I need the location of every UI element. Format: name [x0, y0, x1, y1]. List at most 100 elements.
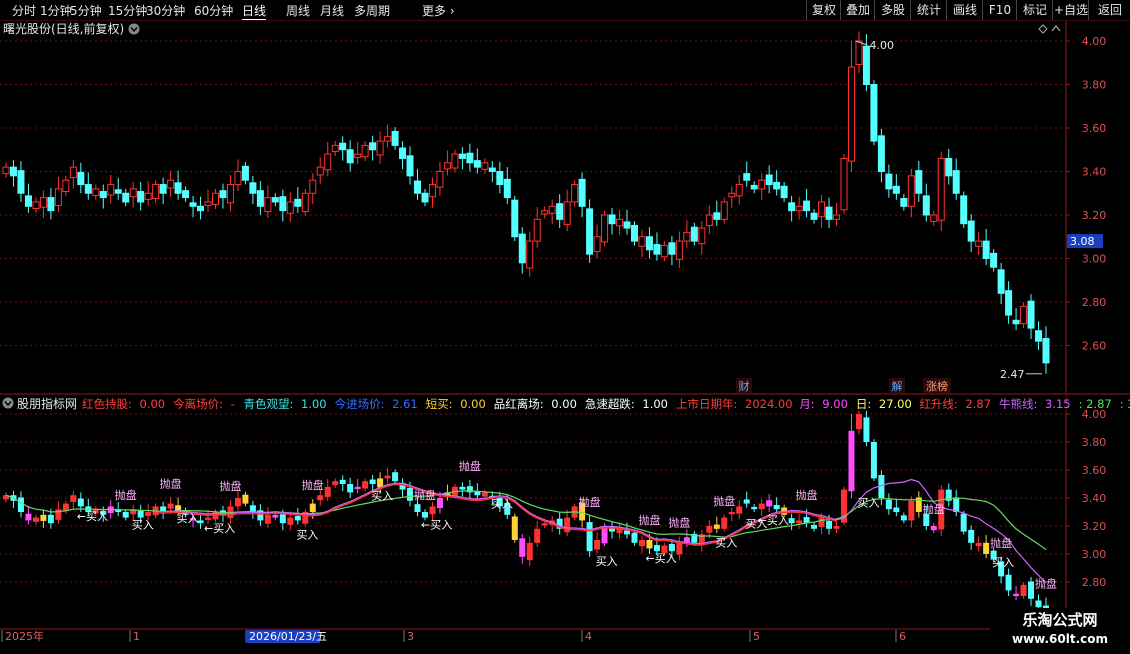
toolbar-button-4[interactable]: 画线: [946, 0, 983, 20]
candle-body: [17, 170, 25, 194]
indicator-body: [264, 514, 271, 524]
indicator-body: [960, 513, 967, 532]
chevron-down-icon[interactable]: [128, 23, 140, 35]
candle-body: [286, 201, 294, 214]
sell-signal-label: 抛盘: [713, 494, 735, 508]
candle-body: [376, 140, 384, 156]
indicator-body: [594, 540, 601, 550]
candle-body: [324, 153, 332, 171]
event-tag-1[interactable]: 解: [889, 378, 905, 393]
event-tag-2[interactable]: 涨榜: [923, 378, 951, 393]
indicator-body: [811, 524, 818, 529]
indicator-body: [242, 494, 249, 504]
candle-body: [578, 178, 586, 207]
candle-body: [705, 214, 713, 226]
indicator-body: [766, 500, 773, 507]
indicator-body: [47, 514, 54, 524]
y-tick-label: 3.80: [1082, 79, 1107, 92]
candle: [937, 151, 945, 232]
toolbar-button-6[interactable]: 标记: [1016, 0, 1053, 20]
event-tag-label: 解: [892, 379, 903, 393]
candle-body: [698, 227, 706, 245]
indicator-body: [511, 516, 518, 540]
candle-body: [982, 240, 990, 260]
indicator-body: [309, 503, 316, 512]
indicator-body: [863, 417, 870, 442]
candle-body: [660, 244, 668, 258]
indicator-field-value: -: [231, 397, 235, 411]
candle-body: [77, 171, 85, 186]
toolbar-button-3[interactable]: 统计: [910, 0, 947, 20]
candle-body: [361, 144, 369, 158]
indicator-field-label: 牛熊线:: [999, 397, 1037, 411]
candle-body: [466, 152, 474, 164]
indicator-body: [713, 524, 720, 529]
candle-body: [428, 184, 436, 198]
indicator-body: [653, 545, 660, 552]
candle: [1020, 302, 1028, 329]
timeframe-8[interactable]: 月线: [320, 2, 344, 19]
candle-body: [571, 184, 579, 203]
sell-signal-label: 抛盘: [160, 476, 182, 490]
indicator-field-value: 1.00: [301, 397, 327, 411]
timeframe-3[interactable]: 15分钟: [108, 2, 147, 19]
timeframe-1[interactable]: 1分钟: [40, 2, 72, 19]
timeframe-6[interactable]: 日线: [242, 2, 267, 20]
candle-body: [937, 157, 945, 221]
y-tick-label: 3.00: [1082, 253, 1107, 266]
indicator-body: [721, 517, 728, 529]
candle-body: [32, 201, 40, 209]
toolbar-button-8[interactable]: 返回: [1088, 0, 1130, 20]
indicator-body: [339, 479, 346, 484]
indicator-body: [481, 492, 488, 497]
indicator-body: [668, 543, 675, 552]
candle-body: [256, 190, 264, 207]
timeframe-9[interactable]: 多周期: [354, 2, 390, 19]
indicator-body: [624, 530, 631, 535]
toolbar-button-2[interactable]: 多股: [874, 0, 911, 20]
toolbar-button-0[interactable]: 复权: [806, 0, 841, 20]
buy-signal-label: 买入: [715, 536, 737, 549]
candle-body: [301, 192, 309, 213]
candle: [960, 191, 968, 229]
candle-body: [533, 218, 541, 242]
indicator-field-label: :: [1079, 397, 1083, 411]
timeframe-0[interactable]: 分时: [12, 2, 36, 19]
toolbar-button-1[interactable]: 叠加: [840, 0, 875, 20]
timeframe-5[interactable]: 60分钟: [194, 2, 233, 19]
indicator-field-label: 急速超跌:: [585, 397, 635, 411]
event-tag-0[interactable]: 财: [736, 378, 752, 393]
sell-signal-label: 抛盘: [1035, 577, 1057, 591]
date-label: 2025年: [5, 629, 44, 643]
toolbar-button-7[interactable]: +自选: [1052, 0, 1089, 20]
candle-body: [975, 240, 983, 247]
more-periods-button[interactable]: 更多 ›: [422, 2, 455, 19]
candle-body: [488, 167, 496, 173]
buy-signal-label: 买入: [596, 555, 618, 568]
timeframe-4[interactable]: 30分钟: [146, 2, 185, 19]
indicator-body: [526, 542, 533, 561]
candle-body: [129, 188, 137, 198]
indicator-field-label: 今进场价:: [335, 397, 385, 411]
indicator-body: [324, 486, 331, 497]
indicator-body: [1013, 593, 1020, 596]
indicator-body: [25, 513, 32, 521]
candle-body: [481, 162, 489, 170]
candle: [586, 199, 594, 263]
sell-signal-label: 抛盘: [579, 495, 601, 509]
timeframe-7[interactable]: 周线: [286, 2, 310, 19]
candle-body: [900, 197, 908, 207]
candle-body: [818, 201, 826, 218]
y-tick-label: 4.00: [1082, 35, 1107, 48]
candle-body: [421, 192, 429, 203]
candle-body: [1005, 290, 1013, 316]
toolbar-button-5[interactable]: F10: [982, 0, 1017, 20]
indicator-body: [885, 499, 892, 510]
stock-chart-svg[interactable]: 4.00 3.80 3.60 3.40 3.20 3.00 2.80 2.60 3.08 4.00…: [0, 21, 1130, 650]
candle-body: [653, 244, 661, 255]
indicator-field-value: 2024.00: [745, 397, 793, 411]
indicator-body: [751, 506, 758, 510]
indicator-menu-icon[interactable]: [2, 397, 14, 409]
candle-body: [765, 174, 773, 186]
timeframe-2[interactable]: 5分钟: [70, 2, 102, 19]
